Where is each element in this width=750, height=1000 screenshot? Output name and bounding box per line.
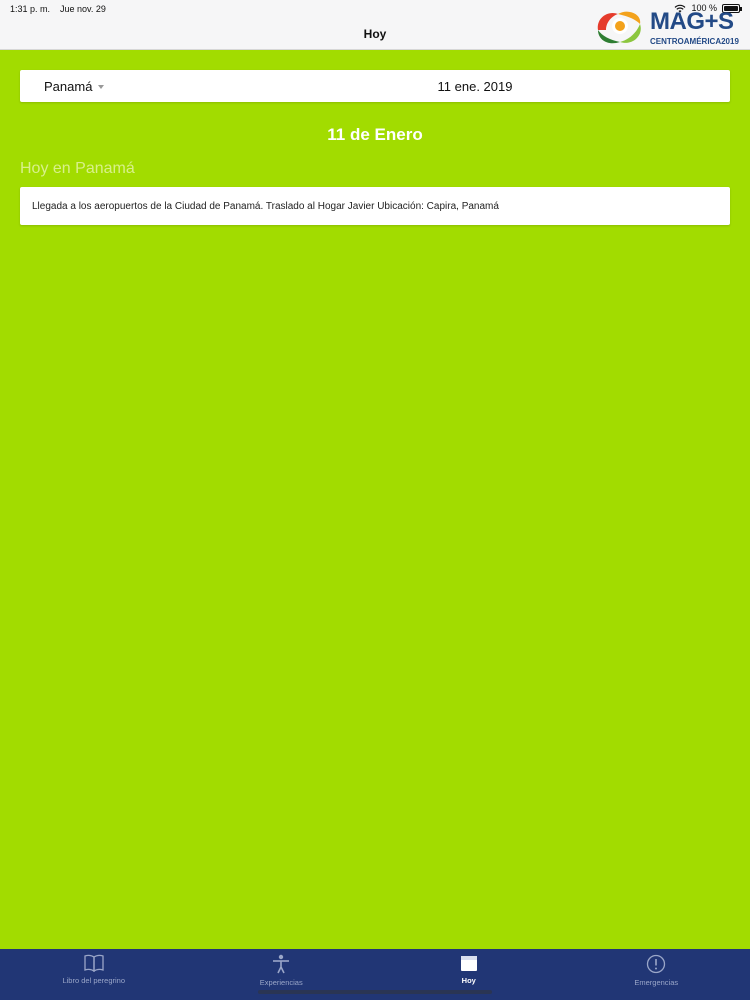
home-indicator — [258, 990, 492, 994]
tab-label: Hoy — [461, 976, 476, 985]
day-heading: 11 de Enero — [327, 125, 423, 144]
status-time: 1:31 p. m. — [10, 4, 51, 14]
tab-label: Libro del peregrino — [62, 976, 126, 985]
date-selector[interactable]: 11 ene. 2019 — [20, 79, 730, 94]
tab-libro-del-peregrino[interactable]: Libro del peregrino — [0, 949, 188, 1000]
alert-icon — [647, 954, 666, 974]
logo-brand: MAG+S — [650, 8, 734, 35]
event-card[interactable]: Llegada a los aeropuertos de la Ciudad d… — [20, 187, 730, 225]
section-title: Hoy en Panamá — [20, 160, 135, 177]
tab-label: Experiencias — [259, 978, 303, 987]
book-icon — [84, 954, 104, 972]
calendar-icon — [460, 956, 477, 971]
magis-logo: MAG+S CENTROAMÉRICA2019 — [594, 4, 746, 48]
tab-emergencias[interactable]: Emergencias — [563, 949, 750, 1000]
logo-subtitle: CENTROAMÉRICA2019 — [650, 37, 739, 46]
status-date: Jue nov. 29 — [60, 4, 106, 14]
filter-bar: Panamá 11 ene. 2019 — [20, 70, 730, 102]
tab-label: Emergencias — [634, 978, 679, 987]
logo-mark-icon — [597, 11, 641, 44]
person-icon — [273, 954, 290, 974]
event-text: Llegada a los aeropuertos de la Ciudad d… — [32, 201, 499, 212]
